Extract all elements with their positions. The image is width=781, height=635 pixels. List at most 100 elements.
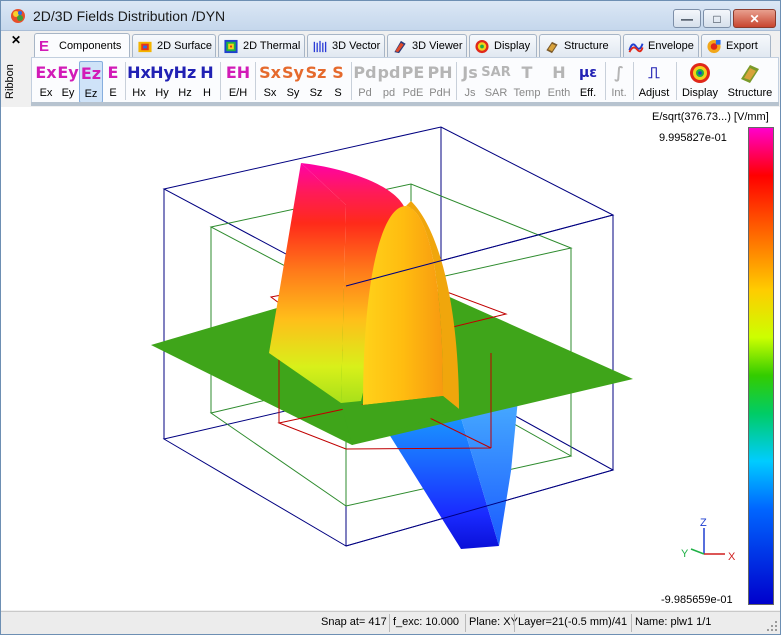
toolbar-separator: [351, 62, 352, 100]
envelope-icon: [628, 42, 644, 53]
status-f-exc: f_exc: 10.000: [393, 616, 460, 628]
pdh-button[interactable]: PH PdH: [427, 61, 452, 103]
resize-grip-icon[interactable]: [766, 620, 778, 632]
pd-lower-label: pd: [382, 87, 396, 99]
tab-label: Envelope: [648, 40, 694, 52]
e-button[interactable]: E E: [104, 61, 122, 103]
hz-icon: Hz: [173, 63, 197, 82]
minimize-icon: —: [681, 11, 693, 26]
pd-lower-icon: pd: [377, 63, 401, 82]
temp-button[interactable]: T Temp: [512, 61, 542, 103]
maximize-icon: □: [713, 11, 721, 26]
hz-button[interactable]: Hz Hz: [173, 61, 197, 103]
ribbon-toolbar: Ex Ex Ey Ey Ez Ez E E Hx Hx Hy Hy Hz Hz …: [31, 57, 779, 103]
legend-max-value: 9.995827e-01: [659, 132, 727, 144]
pde-icon: PE: [401, 63, 425, 82]
app-icon: [11, 9, 25, 23]
enth-button[interactable]: H Enth: [545, 61, 573, 103]
hy-button[interactable]: Hy Hy: [150, 61, 174, 103]
app-window: 2D/3D Fields Distribution /DYN — □ ✕ ✕ R…: [0, 0, 781, 635]
ribbon-close-button[interactable]: ✕: [11, 33, 21, 47]
ex-button[interactable]: Ex Ex: [35, 61, 57, 103]
sy-button[interactable]: Sy Sy: [282, 61, 304, 103]
sy-label: Sy: [286, 87, 300, 99]
sar-button[interactable]: SAR SAR: [481, 61, 510, 103]
structure-button[interactable]: Structure: [724, 61, 776, 103]
toolbar-separator: [220, 62, 221, 100]
vector-icon: [313, 40, 327, 52]
e-icon: E: [107, 63, 119, 82]
tab-components[interactable]: E Components: [34, 33, 130, 58]
adjust-button[interactable]: ⎍ Adjust: [636, 61, 672, 103]
sz-icon: Sz: [305, 63, 327, 82]
pde-button[interactable]: PE PdE: [401, 61, 425, 103]
int-button[interactable]: ∫ Int.: [607, 61, 631, 103]
hy-label: Hy: [155, 87, 169, 99]
legend-min-value: -9.985659e-01: [661, 594, 733, 606]
axis-triad: Z X Y: [681, 517, 736, 563]
ribbon-side-panel: ✕ Ribbon: [4, 33, 28, 105]
ez-button[interactable]: Ez Ez: [79, 61, 103, 103]
field-viewport[interactable]: Z X Y: [1, 107, 780, 610]
pd-button[interactable]: Pd Pd: [353, 61, 377, 103]
pd-lower-button[interactable]: pd pd: [377, 61, 401, 103]
tab-3d-vector[interactable]: 3D Vector: [307, 34, 385, 57]
x-axis-label: X: [728, 551, 736, 563]
js-button[interactable]: Js Js: [459, 61, 481, 103]
minimize-button[interactable]: —: [673, 9, 701, 28]
hx-button[interactable]: Hx Hx: [127, 61, 151, 103]
temp-label: Temp: [513, 87, 541, 99]
tab-3d-viewer[interactable]: 3D Viewer: [387, 34, 467, 57]
eh-button[interactable]: EH E/H: [224, 61, 252, 103]
tab-2d-thermal[interactable]: 2D Thermal: [218, 34, 305, 57]
int-icon: ∫: [614, 63, 624, 82]
tab-label: 2D Thermal: [243, 40, 301, 52]
sx-button[interactable]: Sx Sx: [259, 61, 281, 103]
components-icon: E: [39, 37, 50, 55]
tab-structure[interactable]: Structure: [539, 34, 621, 57]
close-button[interactable]: ✕: [733, 9, 776, 28]
viewer-icon: [394, 40, 406, 53]
h-icon: H: [200, 63, 214, 82]
s-button[interactable]: S S: [329, 61, 347, 103]
sz-button[interactable]: Sz Sz: [305, 61, 327, 103]
h-button[interactable]: H H: [198, 61, 216, 103]
adjust-label: Adjust: [638, 87, 670, 99]
enth-icon: H: [552, 63, 566, 82]
display-icon: [690, 63, 710, 83]
sx-icon: Sx: [259, 63, 281, 82]
tab-label: Components: [59, 40, 122, 52]
legend-unit: E/sqrt(376.73...) [V/mm]: [652, 111, 769, 123]
y-axis-label: Y: [681, 548, 689, 560]
display-button[interactable]: Display: [680, 61, 720, 103]
sar-label: SAR: [484, 87, 508, 99]
ey-button[interactable]: Ey Ey: [57, 61, 79, 103]
status-separator: [465, 614, 466, 632]
toolbar-scrollbar[interactable]: [31, 102, 779, 106]
temp-icon: T: [521, 63, 533, 82]
pdh-label: PdH: [429, 87, 451, 99]
pd-icon: Pd: [353, 63, 377, 82]
status-name: Name: plw1 1/1: [635, 616, 712, 628]
pde-label: PdE: [402, 87, 424, 99]
tab-envelope[interactable]: Envelope: [623, 34, 699, 57]
eh-label: E/H: [228, 87, 248, 99]
title-bar[interactable]: 2D/3D Fields Distribution /DYN — □ ✕: [1, 1, 780, 31]
eff-button[interactable]: με Eff.: [575, 61, 601, 103]
color-scale-bar: [748, 127, 774, 605]
pd-label: Pd: [358, 87, 372, 99]
tab-display[interactable]: Display: [469, 34, 537, 57]
y-axis-line: [690, 548, 705, 555]
tab-2d-surface[interactable]: 2D Surface: [132, 34, 216, 57]
hz-label: Hz: [178, 87, 192, 99]
toolbar-separator: [633, 62, 634, 100]
sx-label: Sx: [263, 87, 277, 99]
maximize-button[interactable]: □: [703, 9, 731, 28]
tab-export[interactable]: Export: [701, 34, 771, 57]
ez-label: Ez: [84, 88, 98, 100]
export-icon: [707, 39, 721, 53]
tab-label: 2D Surface: [157, 40, 213, 52]
tab-label: 3D Viewer: [412, 40, 463, 52]
display-label: Display: [681, 87, 719, 99]
sz-label: Sz: [309, 87, 323, 99]
